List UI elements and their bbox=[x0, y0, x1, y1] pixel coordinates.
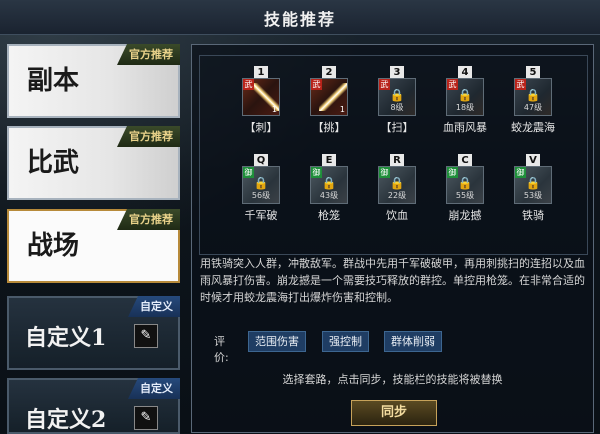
skill-grid: 1 武 1 【刺】 2 武 1 【挑】 3 武 🔒 8级 【扫】 4 武 🔒 1… bbox=[199, 55, 588, 255]
unlock-level: 43级 bbox=[319, 191, 339, 200]
skill-slot-q[interactable]: Q 御 🔒 56级 千军破 bbox=[236, 154, 286, 224]
unlock-level: 22级 bbox=[387, 191, 407, 200]
rating-tag: 强控制 bbox=[322, 331, 369, 352]
sync-button[interactable]: 同步 bbox=[351, 400, 437, 426]
skill-type-tag: 武 bbox=[311, 79, 322, 90]
skill-name: 【扫】 bbox=[380, 121, 414, 134]
unlock-level: 53级 bbox=[523, 191, 543, 200]
lock-icon: 🔒 bbox=[389, 88, 405, 102]
skill-name: 枪笼 bbox=[318, 209, 340, 222]
skill-type-tag: 御 bbox=[379, 167, 390, 178]
tab-custom-1[interactable]: 自定义1 自定义 ✎ bbox=[7, 296, 180, 370]
skill-name: 【挑】 bbox=[312, 121, 346, 134]
lock-icon: 🔒 bbox=[457, 176, 473, 190]
tab-label: 比武 bbox=[27, 148, 80, 178]
edit-icon[interactable]: ✎ bbox=[134, 406, 158, 430]
skill-type-tag: 武 bbox=[379, 79, 390, 90]
skill-type-tag: 武 bbox=[243, 79, 254, 90]
sync-hint: 选择套路，点击同步，技能栏的技能将被替换 bbox=[282, 373, 503, 386]
official-badge: 官方推荐 bbox=[117, 126, 180, 147]
tab-label: 战场 bbox=[27, 231, 80, 261]
skill-name: 饮血 bbox=[386, 209, 408, 222]
window-title: 技能推荐 bbox=[263, 10, 336, 29]
tab-dungeon[interactable]: 副本 官方推荐 bbox=[7, 44, 180, 118]
lock-icon: 🔒 bbox=[253, 176, 269, 190]
skill-count: 1 bbox=[339, 105, 345, 114]
lock-icon: 🔒 bbox=[321, 176, 337, 190]
tab-label: 副本 bbox=[27, 66, 80, 96]
skill-slot-2[interactable]: 2 武 1 【挑】 bbox=[304, 66, 354, 136]
official-badge: 官方推荐 bbox=[117, 44, 180, 65]
tab-label: 自定义2 bbox=[25, 407, 107, 433]
skill-name: 【刺】 bbox=[244, 121, 278, 134]
tab-custom-2[interactable]: 自定义2 自定义 ✎ bbox=[7, 378, 180, 434]
skill-type-tag: 御 bbox=[243, 167, 254, 178]
rating-label: 评价: bbox=[214, 335, 229, 364]
skill-slot-4[interactable]: 4 武 🔒 18级 血雨风暴 bbox=[440, 66, 490, 136]
skill-slot-e[interactable]: E 御 🔒 43级 枪笼 bbox=[304, 154, 354, 224]
lock-icon: 🔒 bbox=[389, 176, 405, 190]
skill-name: 千军破 bbox=[244, 209, 278, 222]
spear-thrust-icon: 武 1 bbox=[242, 78, 280, 116]
skill-type-tag: 御 bbox=[447, 167, 458, 178]
skill-slot-c[interactable]: C 御 🔒 55级 崩龙撼 bbox=[440, 154, 490, 224]
skill-slot-3[interactable]: 3 武 🔒 8级 【扫】 bbox=[372, 66, 422, 136]
unlock-level: 56级 bbox=[251, 191, 271, 200]
skill-name: 铁骑 bbox=[522, 209, 544, 222]
tab-duel[interactable]: 比武 官方推荐 bbox=[7, 126, 180, 200]
unlock-level: 55级 bbox=[455, 191, 475, 200]
skill-count: 1 bbox=[271, 105, 277, 114]
unlock-level: 47级 bbox=[523, 103, 543, 112]
custom-badge: 自定义 bbox=[128, 378, 180, 399]
skill-name: 崩龙撼 bbox=[448, 209, 482, 222]
unlock-level: 18级 bbox=[455, 103, 475, 112]
title-bar: 技能推荐 bbox=[0, 0, 600, 35]
tab-battlefield[interactable]: 战场 官方推荐 bbox=[7, 209, 180, 283]
skill-slot-r[interactable]: R 御 🔒 22级 饮血 bbox=[372, 154, 422, 224]
custom-badge: 自定义 bbox=[128, 296, 180, 317]
lock-icon: 🔒 bbox=[525, 88, 541, 102]
strategy-description: 用铁骑突入人群，冲散敌军。群战中先用千军破破甲，再用刺挑扫的连招以及血雨风暴打伤… bbox=[200, 257, 585, 304]
skill-name: 蛟龙震海 bbox=[511, 121, 555, 134]
skill-type-tag: 武 bbox=[447, 79, 458, 90]
rating-tag: 范围伤害 bbox=[248, 331, 306, 352]
edit-icon[interactable]: ✎ bbox=[134, 324, 158, 348]
lock-icon: 🔒 bbox=[525, 176, 541, 190]
skill-slot-1[interactable]: 1 武 1 【刺】 bbox=[236, 66, 286, 136]
official-badge: 官方推荐 bbox=[117, 209, 180, 230]
tab-label: 自定义1 bbox=[25, 325, 107, 351]
rating-tag: 群体削弱 bbox=[384, 331, 442, 352]
recommendation-panel: 1 武 1 【刺】 2 武 1 【挑】 3 武 🔒 8级 【扫】 4 武 🔒 1… bbox=[191, 44, 594, 433]
spear-lift-icon: 武 1 bbox=[310, 78, 348, 116]
skill-slot-v[interactable]: V 御 🔒 53级 铁骑 bbox=[508, 154, 558, 224]
skill-type-tag: 武 bbox=[515, 79, 526, 90]
lock-icon: 🔒 bbox=[457, 88, 473, 102]
skill-name: 血雨风暴 bbox=[443, 121, 487, 134]
skill-slot-5[interactable]: 5 武 🔒 47级 蛟龙震海 bbox=[508, 66, 558, 136]
unlock-level: 8级 bbox=[390, 103, 404, 112]
skill-type-tag: 御 bbox=[311, 167, 322, 178]
skill-type-tag: 御 bbox=[515, 167, 526, 178]
